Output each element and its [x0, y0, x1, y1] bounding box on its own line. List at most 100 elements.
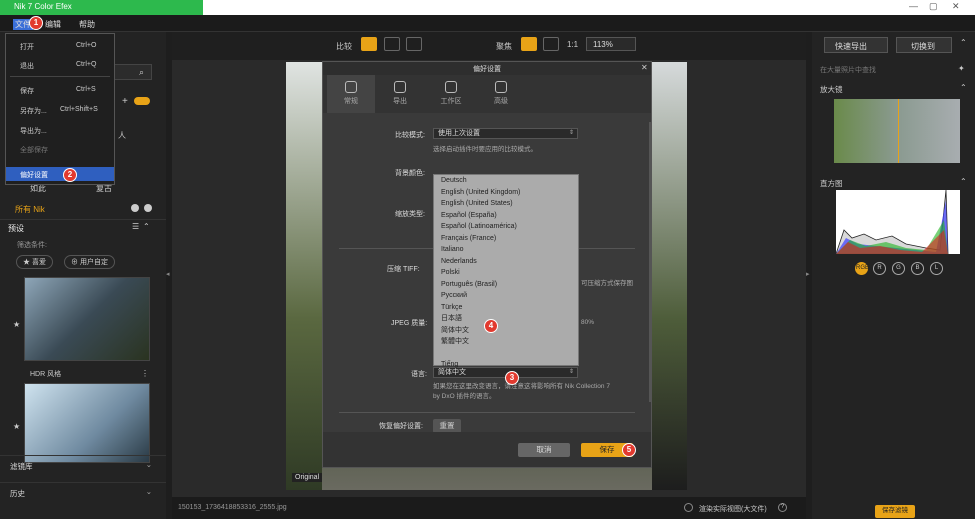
all-nik-label[interactable]: 所有 Nik	[15, 204, 45, 215]
search-icon: ⌕	[139, 67, 145, 77]
language-option[interactable]: Türkçe	[434, 302, 578, 314]
language-option[interactable]: Italiano	[434, 244, 578, 256]
preset-thumbnail[interactable]	[24, 277, 150, 361]
minimize-icon[interactable]: —	[909, 1, 918, 11]
switch-to-button[interactable]: 切换到	[896, 37, 952, 53]
ratio-button[interactable]: 1:1	[567, 40, 578, 49]
language-option[interactable]: Français (France)	[434, 233, 578, 245]
compare-label: 比较	[336, 42, 352, 51]
channel-rgb[interactable]: RGB	[855, 262, 869, 275]
toggle-switch[interactable]	[134, 97, 150, 105]
language-dropdown: Deutsch English (United Kingdom) English…	[433, 174, 579, 368]
pin-icon[interactable]: ✦	[958, 64, 965, 73]
cancel-button[interactable]: 取消	[518, 443, 570, 457]
language-option[interactable]: Español (España)	[434, 210, 578, 222]
more-icon[interactable]: ⋮	[141, 369, 149, 378]
menu-help[interactable]: 帮助	[79, 19, 95, 30]
compare-split-icon[interactable]	[361, 37, 377, 51]
menu-edit[interactable]: 编辑	[45, 19, 61, 30]
language-label: 语言:	[411, 371, 427, 378]
chevron-up-icon[interactable]: ⌃	[960, 83, 967, 92]
quick-export-button[interactable]: 快速导出	[824, 37, 888, 53]
render-toggle[interactable]	[684, 503, 693, 512]
menu-item-open[interactable]: 打开 Ctrl+O	[6, 39, 114, 53]
language-option[interactable]: Polski	[434, 267, 578, 279]
photo-right-strip	[652, 62, 687, 490]
compare-mode-label: 比较模式:	[395, 132, 425, 139]
channel-l[interactable]: L	[930, 262, 943, 275]
language-option[interactable]: 日本語	[434, 313, 578, 325]
language-option[interactable]: Tiếng	[434, 359, 578, 371]
favorite-chip[interactable]: ★ 喜爱	[16, 255, 53, 269]
menu-bar: 文件 编辑 帮助	[0, 15, 975, 32]
save-settings-button[interactable]: 保存滤镜	[875, 505, 915, 518]
user-chip[interactable]: ⊕ 用户自定	[64, 255, 115, 269]
zoomer-preview[interactable]	[834, 99, 960, 163]
language-option[interactable]: 繁體中文	[434, 336, 578, 348]
collapse-left-icon[interactable]: ◂	[166, 270, 170, 278]
close-icon[interactable]: ✕	[952, 1, 960, 12]
menu-lines-icon[interactable]: ☰	[132, 222, 139, 231]
channel-r[interactable]: R	[873, 262, 886, 275]
menu-item-save-as[interactable]: 另存为... Ctrl+Shift+S	[6, 103, 114, 117]
language-option[interactable]: Español (Latinoamérica)	[434, 221, 578, 233]
star-icon[interactable]: ★	[13, 422, 20, 431]
language-option[interactable]: Nederlands	[434, 256, 578, 268]
help-icon[interactable]: ?	[778, 503, 787, 512]
collapse-right-icon[interactable]: ▸	[806, 270, 810, 278]
star-icon[interactable]: ★	[13, 320, 20, 329]
chevron-up-icon[interactable]: ⌃	[143, 222, 150, 231]
collapse-up-icon[interactable]: ⌃	[960, 38, 967, 47]
chevron-up-icon[interactable]: ⌃	[960, 177, 967, 186]
tab-workspace[interactable]: 工作区	[427, 75, 475, 113]
add-circle-icon[interactable]	[131, 204, 139, 212]
menu-item-save-all[interactable]: 全部保存	[6, 142, 114, 156]
zoom-select[interactable]: 113%	[586, 37, 636, 51]
chevron-down-icon: ⌄	[145, 460, 152, 469]
compare-side-icon[interactable]	[384, 37, 400, 51]
original-label: Original	[292, 473, 323, 482]
maximize-icon[interactable]: ▢	[929, 1, 938, 12]
zoomer-heading: 放大镜	[820, 85, 843, 94]
step-badge: 1	[29, 16, 43, 30]
tab-export[interactable]: 导出	[376, 75, 424, 113]
presets-heading: 预设	[8, 224, 24, 233]
language-option[interactable]: Deutsch	[434, 175, 578, 187]
compare-stack-icon[interactable]	[406, 37, 422, 51]
menu-item-export-as[interactable]: 导出为...	[6, 123, 114, 137]
channel-b[interactable]: B	[911, 262, 924, 275]
menu-item-quit[interactable]: 退出 Ctrl+Q	[6, 58, 114, 72]
fit-icon[interactable]	[521, 37, 537, 51]
dialog-scrollbar[interactable]	[649, 122, 651, 402]
list-label-a: 人	[118, 131, 126, 140]
menu-item-save[interactable]: 保存 Ctrl+S	[6, 83, 114, 97]
reset-prefs-label: 恢复偏好设置:	[379, 423, 423, 430]
filter-library-section[interactable]: 滤镜库 ⌄	[0, 455, 166, 475]
compress-tiff-label: 压缩 TIFF:	[387, 266, 420, 273]
tab-general[interactable]: 常规	[327, 75, 375, 113]
language-option[interactable]: Português (Brasil)	[434, 279, 578, 291]
language-option[interactable]: English (United Kingdom)	[434, 187, 578, 199]
export-icon	[394, 81, 406, 93]
language-option[interactable]	[434, 348, 578, 360]
preset-thumbnail[interactable]	[24, 383, 150, 463]
menu-item-preferences[interactable]: 偏好设置	[6, 167, 114, 181]
compare-mode-select[interactable]: 使用上次设置	[433, 128, 578, 139]
histogram-heading: 直方图	[820, 179, 843, 188]
tab-advanced[interactable]: 高级	[477, 75, 525, 113]
reset-button[interactable]: 重置	[433, 419, 461, 433]
fill-icon[interactable]	[543, 37, 559, 51]
dialog-close-icon[interactable]: ✕	[641, 63, 648, 72]
language-option[interactable]: Русский	[434, 290, 578, 302]
history-section[interactable]: 历史 ⌄	[0, 482, 166, 502]
advanced-icon	[495, 81, 507, 93]
preset-label: HDR 风格	[30, 371, 62, 378]
remove-circle-icon[interactable]	[144, 204, 152, 212]
channel-g[interactable]: G	[892, 262, 905, 275]
language-option[interactable]: 简体中文	[434, 325, 578, 337]
step-badge: 4	[484, 319, 498, 333]
histogram	[835, 189, 960, 255]
language-option[interactable]: English (United States)	[434, 198, 578, 210]
center-toolbar: 比较 聚焦 1:1 113%	[172, 32, 806, 60]
add-icon[interactable]: +	[122, 96, 128, 107]
